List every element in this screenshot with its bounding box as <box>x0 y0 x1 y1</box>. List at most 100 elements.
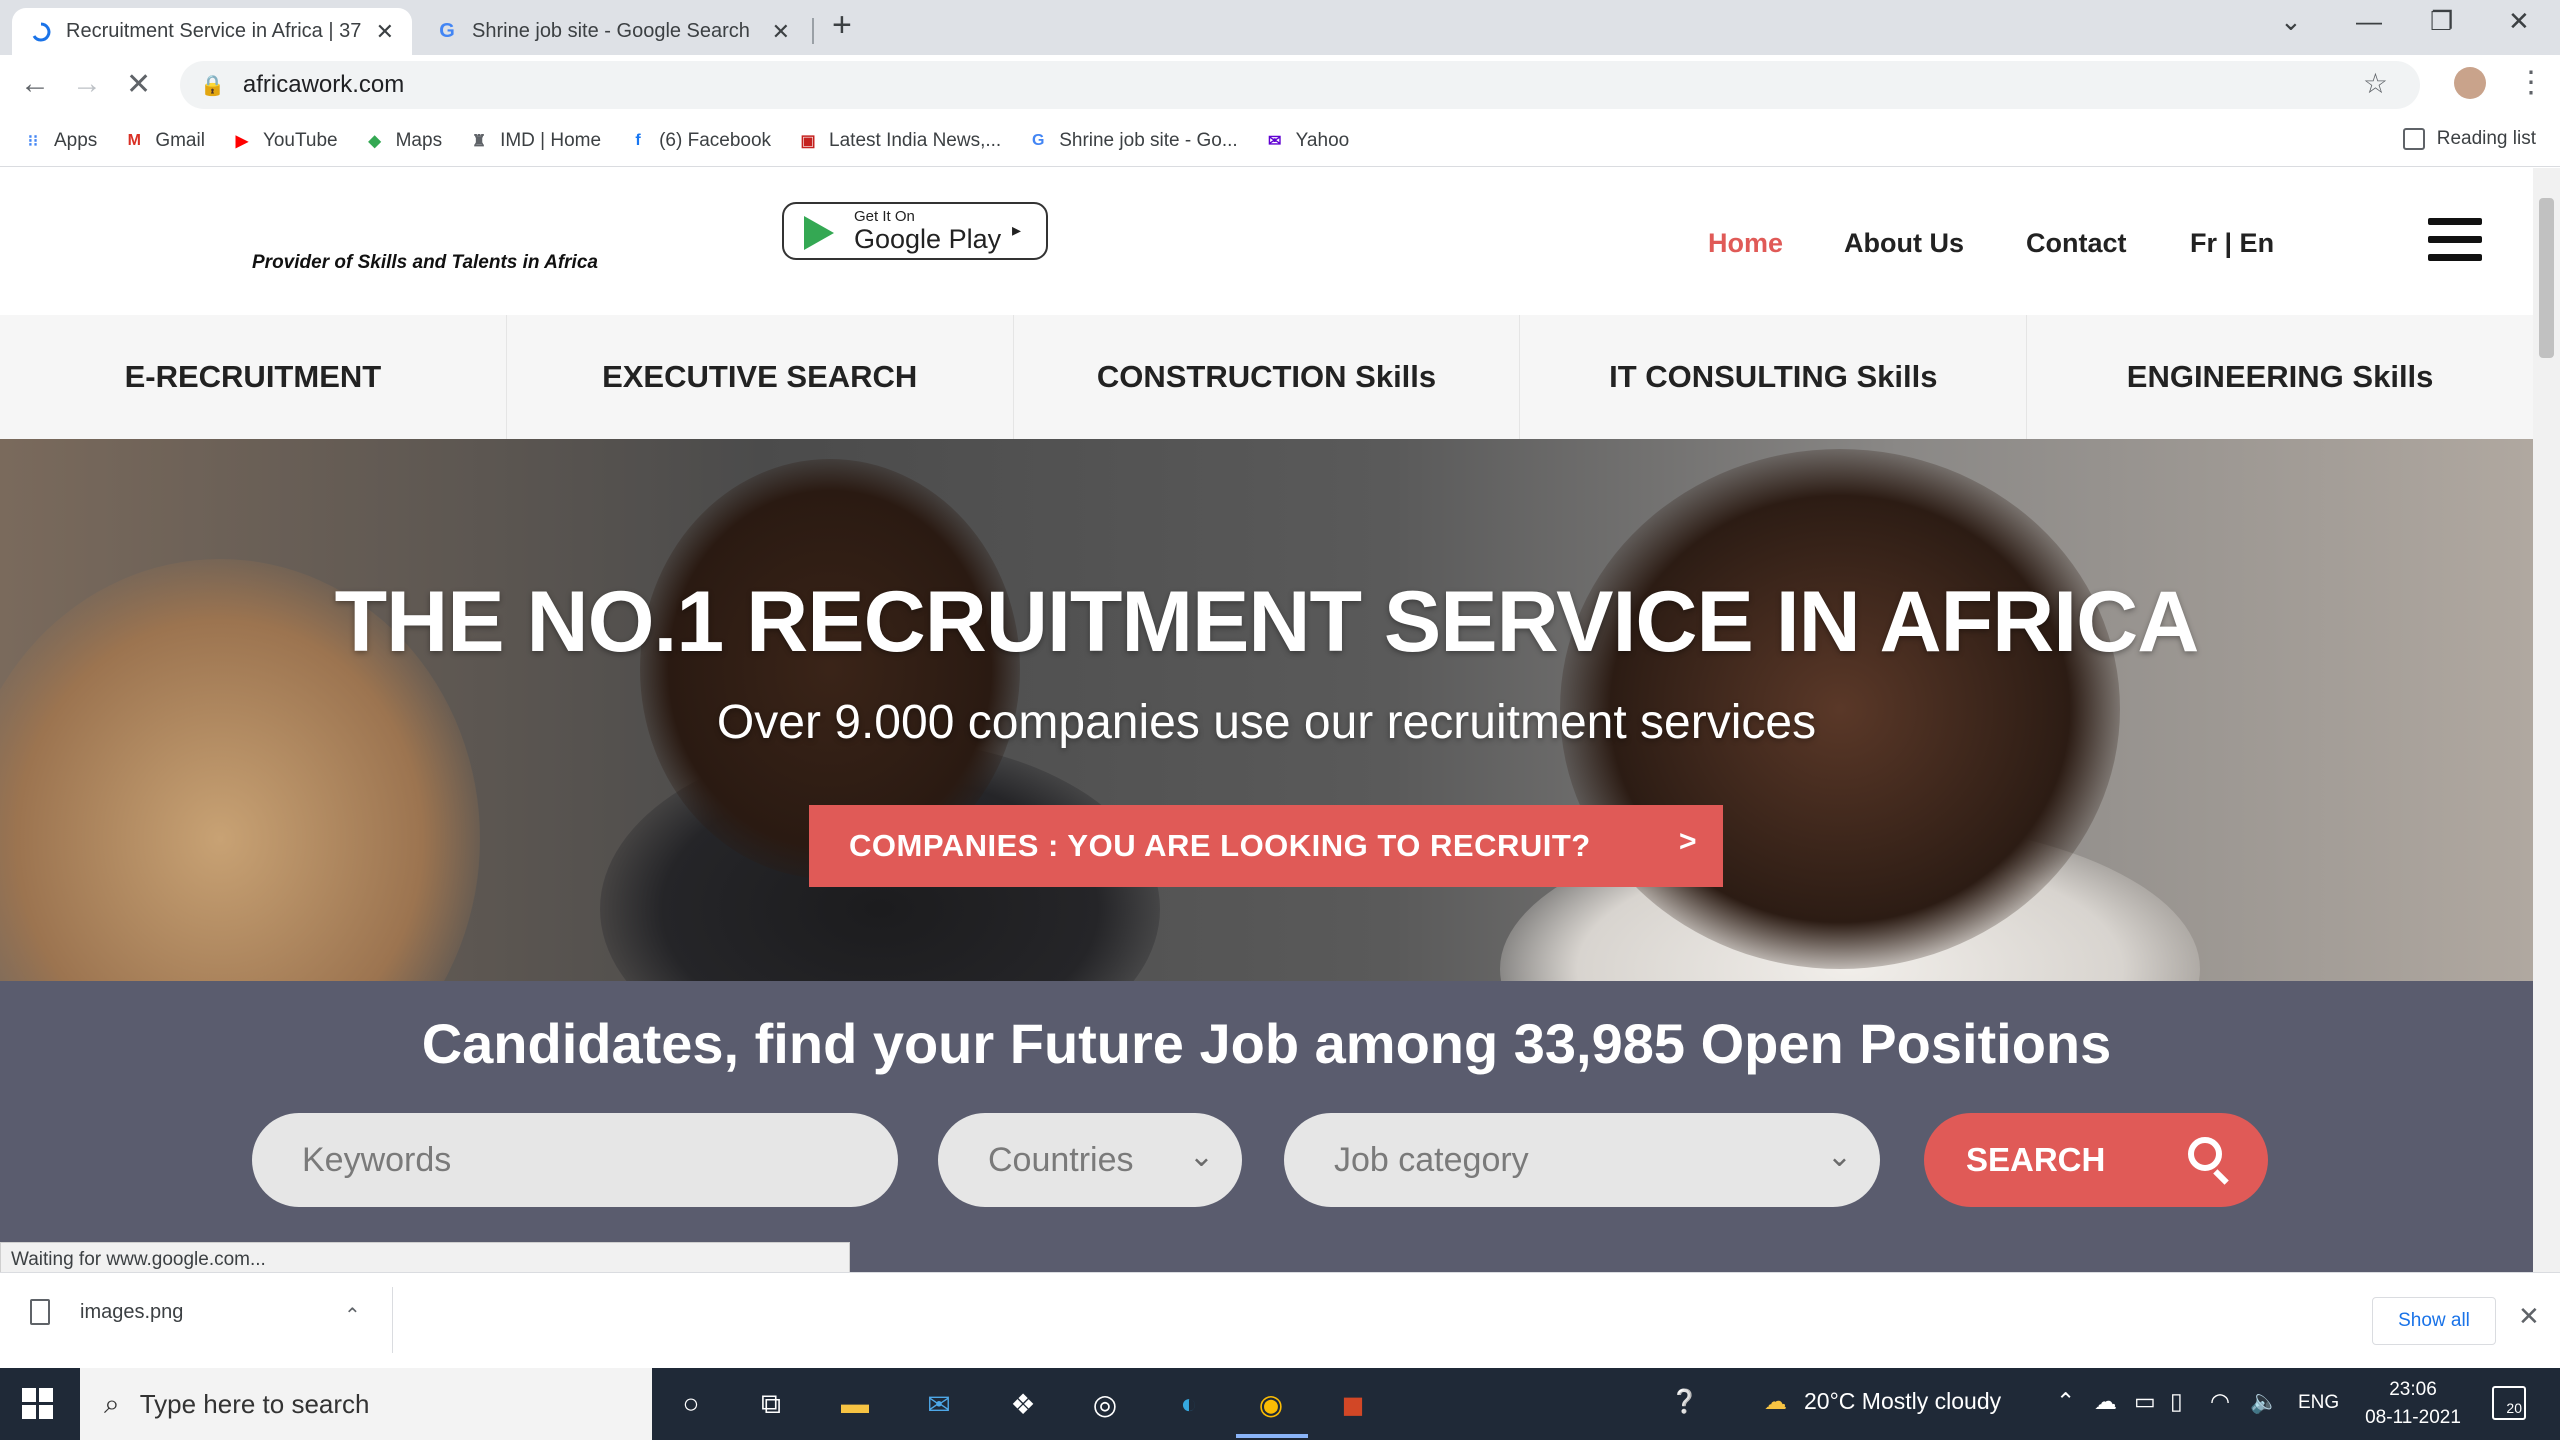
device-icon[interactable]: ▭ <box>2134 1388 2156 1415</box>
bookmark-shrine[interactable]: G Shrine job site - Go... <box>1027 130 1238 152</box>
restore-button[interactable]: ❐ <box>2430 6 2453 37</box>
google-play-badge[interactable]: Get It On Google Play ▸ <box>782 202 1048 260</box>
tray-chevron-icon[interactable]: ⌃ <box>2056 1388 2075 1415</box>
category-executive-search[interactable]: EXECUTIVE SEARCH <box>507 315 1014 439</box>
volume-icon[interactable]: 🔈 <box>2250 1388 2279 1415</box>
chrome-icon[interactable]: ◉ <box>1252 1386 1290 1422</box>
tab-recruitment[interactable]: Recruitment Service in Africa | 37 ✕ <box>12 8 412 55</box>
job-search-title: Candidates, find your Future Job among 3… <box>421 1012 2112 1075</box>
google-play-icon <box>804 216 834 250</box>
language-switcher[interactable]: Fr | En <box>2190 228 2274 259</box>
search-icon: ⌕ <box>104 1387 120 1419</box>
app-icon[interactable]: ◎ <box>1086 1386 1124 1422</box>
windows-start-icon[interactable] <box>22 1388 54 1420</box>
loading-spinner-icon <box>30 21 52 43</box>
clock[interactable]: 23:06 08-11-2021 <box>2358 1376 2468 1432</box>
tab-close-icon[interactable]: ✕ <box>376 19 394 45</box>
keywords-input[interactable]: Keywords <box>252 1113 898 1207</box>
bookmark-imd[interactable]: ♜ IMD | Home <box>468 130 601 152</box>
browser-tab-strip: Recruitment Service in Africa | 37 ✕ G S… <box>0 0 2560 55</box>
task-view-icon[interactable]: ⧉ <box>752 1386 790 1422</box>
bookmark-youtube[interactable]: ▶ YouTube <box>231 130 338 152</box>
hero-subtitle: Over 9.000 companies use our recruitment… <box>716 696 1817 749</box>
bookmark-maps[interactable]: ◆ Maps <box>364 130 442 152</box>
lock-icon: 🔒 <box>200 74 225 97</box>
hero-title: THE NO.1 RECRUITMENT SERVICE IN AFRICA <box>334 574 2200 670</box>
show-all-button[interactable]: Show all <box>2372 1297 2496 1345</box>
back-arrow-icon[interactable]: ← <box>20 67 50 101</box>
new-tab-button[interactable]: + <box>832 6 852 45</box>
imd-icon: ♜ <box>471 132 487 150</box>
address-bar[interactable]: 🔒 africawork.com ☆ <box>180 61 2420 109</box>
reading-list-icon <box>2402 128 2425 150</box>
search-icon <box>2188 1137 2222 1171</box>
downloads-bar: images.png ⌃ Show all ✕ <box>0 1272 2560 1368</box>
tab-google-search[interactable]: G Shrine job site - Google Search ✕ <box>418 8 808 55</box>
mail-icon[interactable]: ✉ <box>920 1386 958 1422</box>
file-explorer-icon[interactable]: ▬ <box>836 1386 874 1422</box>
wifi-icon[interactable]: ◠ <box>2210 1388 2230 1415</box>
stop-loading-icon[interactable]: ✕ <box>126 67 151 102</box>
search-button[interactable]: SEARCH <box>1924 1113 2268 1207</box>
category-it-consulting[interactable]: IT CONSULTING Skills <box>1520 315 2028 439</box>
news-icon: ▣ <box>800 132 816 150</box>
bookmark-gmail[interactable]: M Gmail <box>123 130 205 152</box>
nav-home[interactable]: Home <box>1708 228 1783 259</box>
chevron-right-icon: > <box>1678 825 1697 858</box>
forward-arrow-icon[interactable]: → <box>72 67 102 101</box>
bookmark-news[interactable]: ▣ Latest India News,... <box>797 130 1001 152</box>
weather-text[interactable]: 20°C Mostly cloudy <box>1804 1388 2001 1415</box>
divider <box>392 1287 393 1353</box>
edge-icon[interactable]: ◐ <box>1170 1386 1208 1422</box>
close-window-button[interactable]: ✕ <box>2508 6 2530 37</box>
page-scrollbar[interactable] <box>2533 168 2560 1272</box>
yahoo-mail-icon: ✉ <box>1267 132 1282 150</box>
dropbox-icon[interactable]: ❖ <box>1004 1386 1042 1422</box>
category-engineering[interactable]: ENGINEERING Skills <box>2027 315 2533 439</box>
profile-avatar[interactable] <box>2454 67 2486 99</box>
onedrive-icon[interactable]: ☁ <box>2094 1388 2117 1415</box>
site-tagline: Provider of Skills and Talents in Africa <box>252 252 598 273</box>
scrollbar-thumb[interactable] <box>2539 198 2554 358</box>
cortana-icon[interactable]: ○ <box>672 1386 710 1422</box>
taskbar-search-box[interactable]: ⌕ Type here to search <box>80 1368 652 1440</box>
weather-icon: ☁ <box>1764 1388 1787 1414</box>
hamburger-menu-icon[interactable] <box>2428 218 2482 262</box>
chevron-down-icon: ⌄ <box>1188 1140 1214 1173</box>
help-icon[interactable]: ❔ <box>1670 1388 1699 1415</box>
bookmarks-bar: ⁝⁝ Apps M Gmail ▶ YouTube ◆ Maps ♜ IMD | Home… <box>0 115 2560 167</box>
battery-icon[interactable]: ▯ <box>2170 1388 2183 1415</box>
google-icon: G <box>439 20 455 42</box>
job-category-select[interactable]: Job category ⌄ <box>1284 1113 1880 1207</box>
powerpoint-icon[interactable]: ◼ <box>1334 1386 1372 1422</box>
companies-recruit-button[interactable]: COMPANIES : YOU ARE LOOKING TO RECRUIT? … <box>809 805 1723 887</box>
bookmark-facebook[interactable]: f (6) Facebook <box>627 130 771 152</box>
gmail-icon: M <box>127 131 141 149</box>
url-text: africawork.com <box>242 71 405 98</box>
minimize-button[interactable]: — <box>2356 6 2382 37</box>
chevron-up-icon[interactable]: ⌃ <box>344 1303 361 1328</box>
tab-search-icon[interactable]: ⌄ <box>2280 6 2302 37</box>
menu-kebab-icon[interactable]: ⋮ <box>2516 65 2546 100</box>
bookmark-apps[interactable]: ⁝⁝ Apps <box>22 130 97 152</box>
reading-list-button[interactable]: Reading list <box>2402 128 2536 150</box>
category-e-recruitment[interactable]: E-RECRUITMENT <box>0 315 507 439</box>
windows-taskbar: ⌕ Type here to search ○ ⧉ ▬ ✉ ❖ ◎ ◐ ◉ ◼ … <box>0 1368 2560 1440</box>
download-item[interactable]: images.png <box>30 1299 183 1325</box>
category-bar: E-RECRUITMENT EXECUTIVE SEARCH CONSTRUCT… <box>0 315 2533 439</box>
bookmark-star-icon[interactable]: ☆ <box>2363 67 2388 100</box>
file-icon <box>30 1299 50 1325</box>
language-indicator[interactable]: ENG <box>2298 1392 2339 1414</box>
countries-select[interactable]: Countries ⌄ <box>938 1113 1242 1207</box>
facebook-icon: f <box>635 131 641 149</box>
maps-icon: ◆ <box>368 132 381 150</box>
nav-contact[interactable]: Contact <box>2026 228 2127 259</box>
category-construction[interactable]: CONSTRUCTION Skills <box>1014 315 1521 439</box>
notification-center-icon[interactable]: 20 <box>2492 1386 2526 1420</box>
bookmark-yahoo[interactable]: ✉ Yahoo <box>1264 130 1349 152</box>
close-downloads-icon[interactable]: ✕ <box>2518 1301 2540 1332</box>
active-app-indicator <box>1236 1434 1308 1438</box>
nav-about-us[interactable]: About Us <box>1844 228 1964 259</box>
tab-close-icon[interactable]: ✕ <box>772 19 790 45</box>
youtube-icon: ▶ <box>235 132 249 150</box>
